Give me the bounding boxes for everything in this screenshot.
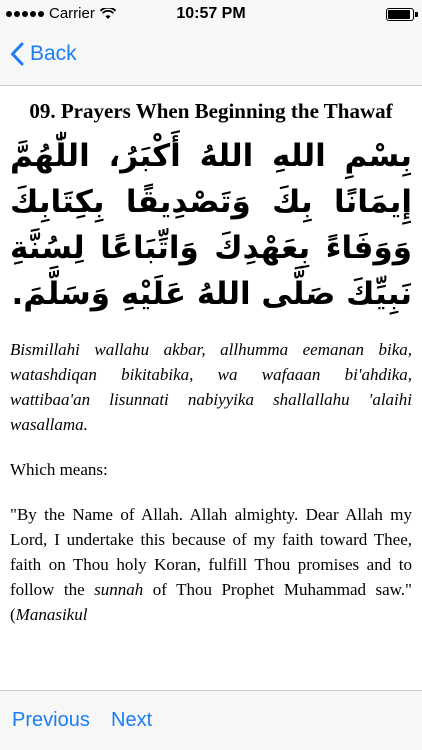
back-button[interactable]: Back [10, 42, 77, 66]
arabic-prayer-text: بِسْمِ اللهِ اللهُ أَكْبَرُ، اللّٰهُمَّ … [10, 138, 412, 312]
page-title: 09. Prayers When Beginning the Thawaf [29, 99, 393, 123]
next-button[interactable]: Next [111, 709, 152, 732]
previous-button[interactable]: Previous [12, 709, 90, 732]
meaning-source: Manasikul [15, 605, 88, 624]
prayer-content[interactable]: 09. Prayers When Beginning the Thawaf بِ… [0, 87, 422, 690]
status-time: 10:57 PM [176, 5, 246, 22]
meaning-sunnah: sunnah [94, 580, 144, 599]
meaning-text: "By the Name of Allah. Allah almighty. D… [10, 502, 412, 627]
which-means-label: Which means: [10, 460, 108, 479]
bottom-toolbar: Previous Next [0, 690, 422, 750]
battery-icon [386, 8, 418, 21]
transliteration-text: Bismillahi wallahu akbar, allhumma eeman… [10, 340, 412, 434]
status-bar: Carrier 10:57 PM [0, 0, 422, 28]
navigation-bar: Back [0, 28, 422, 86]
chevron-left-icon [11, 42, 24, 66]
back-label: Back [30, 42, 77, 65]
